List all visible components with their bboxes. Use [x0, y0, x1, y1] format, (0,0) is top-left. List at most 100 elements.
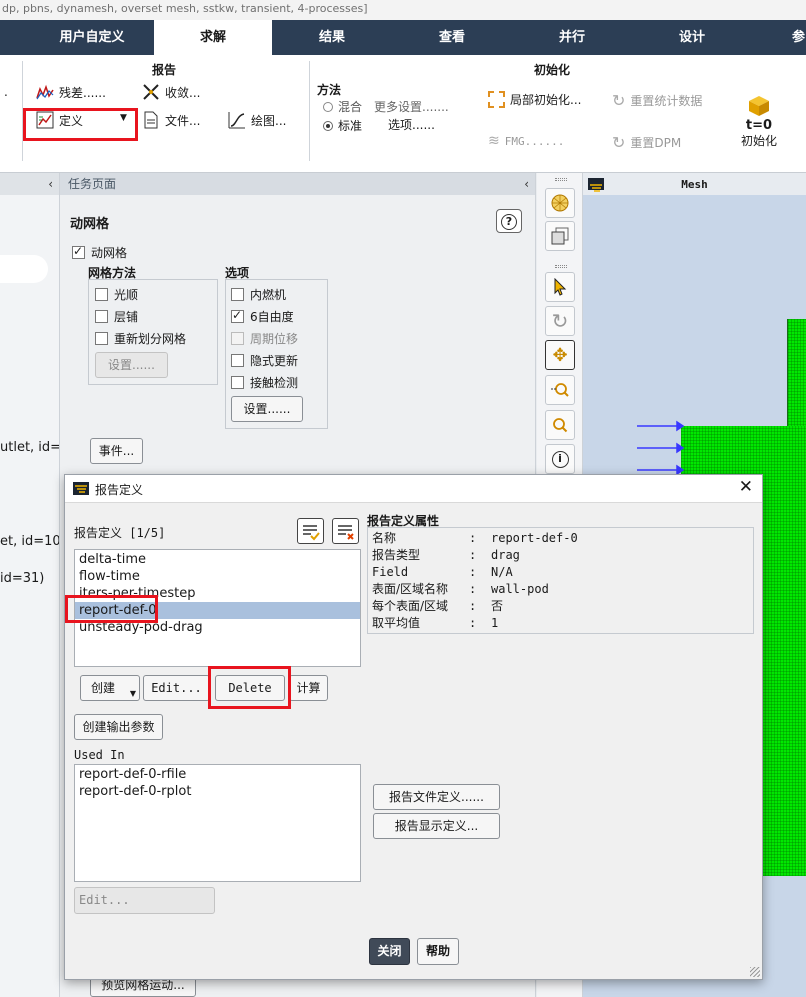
hybrid-label: 混合	[338, 100, 363, 114]
remeshing-checkbox[interactable]: 重新划分网格	[95, 330, 186, 347]
drag-handle[interactable]	[555, 265, 567, 268]
smoothing-checkbox[interactable]: 光顺	[95, 286, 138, 303]
used-in-edit-button[interactable]: Edit...	[74, 887, 215, 914]
tree-item-fragment[interactable]: et, id=10	[0, 534, 59, 549]
report-file-definitions-button[interactable]: 报告文件定义......	[373, 784, 500, 810]
options-label: 选项......	[388, 118, 435, 132]
question-icon: ?	[501, 214, 517, 230]
six-dof-checkbox[interactable]: 6自由度	[231, 308, 294, 325]
window-title: dp, pbns, dynamesh, overset mesh, sstkw,…	[0, 0, 806, 20]
drag-handle[interactable]	[555, 178, 567, 181]
create-output-parameter-button[interactable]: 创建输出参数	[74, 714, 163, 740]
collapse-left-icon[interactable]: ‹	[48, 173, 53, 195]
events-button[interactable]: 事件...	[90, 438, 143, 464]
fluent-logo-icon	[588, 178, 604, 192]
create-dropdown-button[interactable]: 创建 ▼	[80, 675, 140, 701]
tab-solution[interactable]: 求解	[154, 20, 272, 55]
dynamic-mesh-checkbox[interactable]: 动网格	[72, 244, 127, 261]
close-icon[interactable]: ✕	[739, 477, 753, 497]
resize-grip-icon[interactable]	[750, 967, 760, 977]
initialize-button[interactable]: t=0 初始化	[736, 95, 782, 155]
property-value: drag	[491, 548, 520, 562]
mesh-methods-settings-button[interactable]: 设置......	[95, 352, 168, 378]
method-standard-radio[interactable]: 标准	[323, 117, 362, 134]
tab-parallel[interactable]: 并行	[512, 20, 632, 55]
list-clear-icon	[338, 525, 354, 540]
zoom-button[interactable]	[545, 410, 575, 440]
property-key: 表面/区域名称	[372, 582, 449, 596]
tab-view[interactable]: 查看	[392, 20, 512, 55]
ic-engine-checkbox[interactable]: 内燃机	[231, 286, 286, 303]
tree-item-fragment[interactable]: id=31)	[0, 571, 44, 586]
options-settings-button[interactable]: 设置......	[231, 396, 303, 422]
select-button[interactable]	[545, 272, 575, 302]
fmg-label: FMG......	[504, 134, 565, 148]
implicit-update-checkbox[interactable]: 隐式更新	[231, 352, 298, 369]
checkbox-icon	[95, 332, 108, 345]
property-value: 否	[491, 599, 504, 613]
collapse-left-icon[interactable]: ‹	[524, 173, 529, 195]
convergence-icon	[143, 84, 159, 100]
deselect-all-button[interactable]	[332, 518, 359, 544]
fit-sphere-button[interactable]	[545, 188, 575, 218]
report-definitions-dialog: 报告定义 ✕ 报告定义 [1/5] delta-time flow-time i…	[64, 474, 763, 980]
info-button[interactable]: i	[545, 444, 575, 474]
reset-stats-label: 重置统计数据	[630, 94, 703, 108]
task-page-header-label: 任务页面	[68, 177, 117, 191]
method-options-button[interactable]: 选项......	[388, 116, 435, 133]
contact-detection-label: 接触检测	[250, 376, 299, 390]
tab-results[interactable]: 结果	[272, 20, 392, 55]
outline-panel-header: ‹	[0, 173, 59, 195]
select-all-button[interactable]	[297, 518, 324, 544]
more-settings-button[interactable]: 更多设置.......	[374, 98, 449, 115]
rotate-button[interactable]: ↻	[545, 306, 575, 336]
residuals-button[interactable]: 残差......	[36, 83, 106, 101]
list-item[interactable]: report-def-0-rplot	[75, 783, 360, 800]
reset-dpm-button[interactable]: ↻ 重置DPM	[612, 133, 681, 152]
help-button[interactable]: ?	[496, 209, 522, 233]
outline-search-input[interactable]	[0, 255, 48, 283]
contact-detection-checkbox[interactable]: 接触检测	[231, 374, 298, 391]
report-plots-button[interactable]: 绘图...	[228, 111, 286, 129]
initialize-label: 初始化	[740, 134, 777, 148]
zoom-box-button[interactable]	[545, 375, 575, 405]
report-plot-definitions-button[interactable]: 报告显示定义...	[373, 813, 500, 839]
periodic-displacement-checkbox[interactable]: 周期位移	[231, 330, 298, 347]
implicit-update-label: 隐式更新	[250, 354, 299, 368]
ribbon-panel: . 报告 残差...... 收敛... 定义 ▼ 文件... 绘图... 方法 …	[0, 55, 806, 173]
help-button[interactable]: 帮助	[417, 938, 459, 965]
box-icon	[551, 227, 569, 245]
used-in-list[interactable]: report-def-0-rfile report-def-0-rplot	[74, 764, 361, 882]
convergence-label: 收敛...	[165, 85, 201, 100]
ribbon-tab-bar: 用户自定义 求解 结果 查看 并行 设计 参	[0, 20, 806, 55]
plot-icon	[228, 112, 245, 129]
list-item[interactable]: flow-time	[75, 568, 360, 585]
used-in-label: Used In	[74, 748, 125, 762]
local-init-button[interactable]: 局部初始化...	[488, 91, 581, 108]
convergence-button[interactable]: 收敛...	[142, 83, 200, 101]
fmg-button[interactable]: ≋ FMG......	[488, 133, 564, 149]
property-value: wall-pod	[491, 582, 549, 596]
method-hybrid-radio[interactable]: 混合	[323, 98, 362, 115]
t-zero-label: t=0	[745, 118, 773, 133]
pan-button[interactable]: ✥	[545, 340, 575, 370]
dialog-titlebar[interactable]: 报告定义 ✕	[65, 475, 762, 503]
reset-stats-button[interactable]: ↻ 重置统计数据	[612, 91, 702, 110]
layering-checkbox[interactable]: 层铺	[95, 308, 138, 325]
local-init-icon	[488, 91, 505, 108]
tree-item-fragment[interactable]: utlet, id=	[0, 440, 59, 455]
tab-user-defined[interactable]: 用户自定义	[30, 20, 154, 55]
list-item[interactable]: delta-time	[75, 551, 360, 568]
box-view-button[interactable]	[545, 221, 575, 251]
edit-button[interactable]: Edit...	[143, 675, 210, 701]
checkbox-icon	[231, 354, 244, 367]
highlight-definitions	[23, 108, 138, 141]
close-button[interactable]: 关闭	[369, 938, 410, 965]
tab-parameters-partial[interactable]: 参	[776, 20, 806, 55]
six-dof-label: 6自由度	[250, 310, 294, 324]
compute-button[interactable]: 计算	[289, 675, 328, 701]
list-item[interactable]: report-def-0-rfile	[75, 766, 360, 783]
property-key: 名称	[372, 531, 397, 545]
tab-design[interactable]: 设计	[632, 20, 752, 55]
report-files-button[interactable]: 文件...	[142, 111, 200, 129]
